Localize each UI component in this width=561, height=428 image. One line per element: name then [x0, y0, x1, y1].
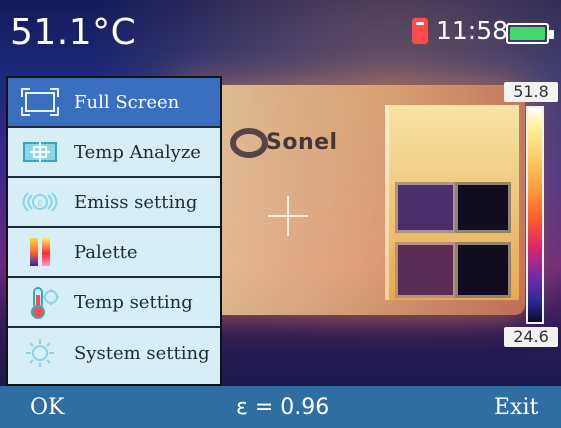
- menu-item-label: Palette: [74, 241, 138, 263]
- center-temperature-readout: 51.1°C: [10, 12, 137, 53]
- brand-logo-mark: [230, 128, 268, 158]
- sd-card-icon: [412, 18, 428, 44]
- brand-logo-text: Sonel: [266, 130, 338, 155]
- menu-item-temp-setting[interactable]: Temp setting: [8, 278, 220, 328]
- temperature-scale-max: 51.8: [504, 82, 558, 102]
- crosshair: [268, 196, 308, 236]
- temp-setting-icon: [18, 282, 62, 322]
- battery-icon: [506, 23, 554, 44]
- menu-item-emiss-setting[interactable]: ε Emiss setting: [8, 178, 220, 228]
- main-menu: Full Screen Temp Analyze ε Emiss setting…: [6, 76, 222, 386]
- bottom-softkey-bar: OK ε = 0.96 Exit: [0, 386, 561, 428]
- palette-icon: [18, 232, 62, 272]
- svg-text:ε: ε: [37, 198, 42, 209]
- menu-item-label: Emiss setting: [74, 191, 198, 213]
- temperature-scale-min: 24.6: [504, 327, 558, 347]
- menu-item-temp-analyze[interactable]: Temp Analyze: [8, 128, 220, 178]
- menu-item-label: Full Screen: [74, 91, 180, 113]
- menu-item-label: Temp Analyze: [74, 141, 201, 163]
- temperature-color-scale: [526, 106, 544, 324]
- temp-analyze-icon: [18, 132, 62, 172]
- thermal-component: [395, 242, 456, 298]
- thermal-component: [455, 182, 511, 233]
- thermal-component: [395, 182, 456, 233]
- menu-item-system-setting[interactable]: System setting: [8, 328, 220, 378]
- thermal-component: [455, 242, 511, 298]
- battery-fill: [510, 27, 545, 40]
- menu-item-full-screen[interactable]: Full Screen: [8, 78, 220, 128]
- menu-item-label: Temp setting: [74, 291, 193, 313]
- gear-icon: [18, 333, 62, 373]
- ok-button[interactable]: OK: [30, 395, 64, 420]
- brand-logo: Sonel: [230, 122, 380, 164]
- thermal-camera-screen: Sonel 51.1°C 11:58 Full Screen Temp Anal…: [0, 0, 561, 428]
- menu-item-label: System setting: [74, 342, 210, 364]
- status-bar: 51.1°C 11:58: [0, 0, 561, 62]
- emissivity-readout: ε = 0.96: [236, 395, 330, 420]
- emissivity-icon: ε: [18, 182, 62, 222]
- menu-item-palette[interactable]: Palette: [8, 228, 220, 278]
- fullscreen-icon: [18, 82, 62, 122]
- exit-button[interactable]: Exit: [494, 395, 538, 420]
- clock: 11:58: [436, 16, 509, 45]
